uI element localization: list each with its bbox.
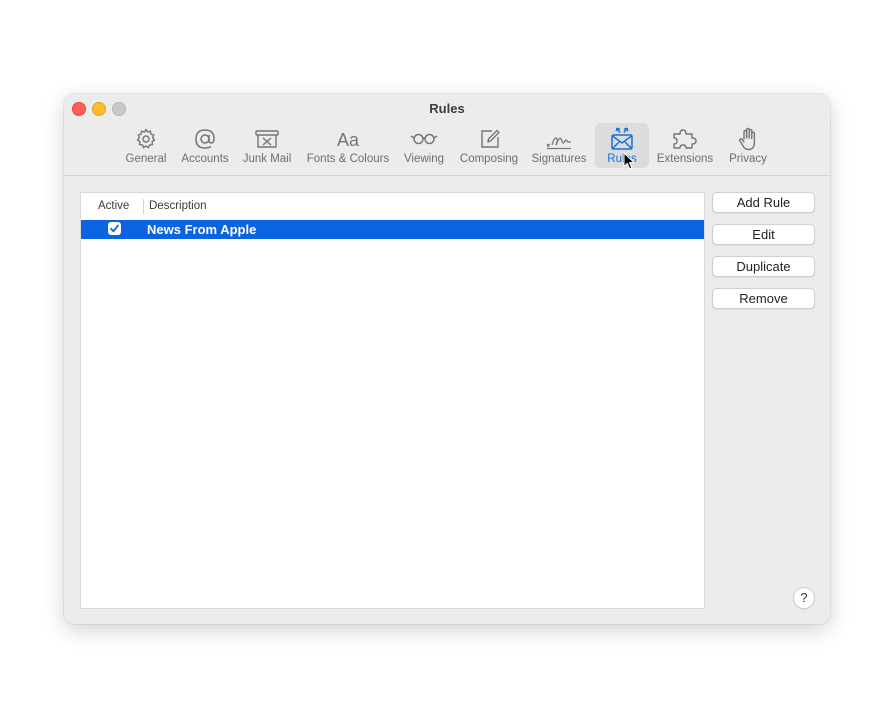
- junk-mail-icon: [252, 126, 282, 152]
- window-title: Rules: [429, 101, 465, 116]
- hand-icon: [733, 126, 763, 152]
- tab-extensions[interactable]: Extensions: [655, 123, 715, 168]
- tab-accounts[interactable]: Accounts: [176, 123, 234, 168]
- tab-fonts-colours[interactable]: Aa Fonts & Colours: [303, 123, 393, 168]
- preferences-window: Rules General Accounts Junk Mail Aa Font…: [64, 94, 830, 624]
- signature-icon: [544, 126, 574, 152]
- duplicate-button[interactable]: Duplicate: [712, 256, 815, 277]
- tab-viewing[interactable]: Viewing: [400, 123, 448, 168]
- remove-button[interactable]: Remove: [712, 288, 815, 309]
- tab-label: General: [125, 153, 167, 165]
- table-row[interactable]: News From Apple: [81, 220, 704, 239]
- table-header: Active Description: [81, 193, 704, 220]
- glasses-icon: [409, 126, 439, 152]
- tab-signatures[interactable]: Signatures: [527, 123, 591, 168]
- tab-label: Accounts: [181, 153, 229, 165]
- rule-active-checkbox[interactable]: [108, 222, 121, 235]
- tab-label: Viewing: [403, 153, 445, 165]
- column-header-description[interactable]: Description: [149, 200, 207, 212]
- mouse-cursor-icon: [623, 152, 635, 170]
- column-divider[interactable]: [143, 199, 144, 214]
- puzzle-icon: [670, 126, 700, 152]
- tab-junk-mail[interactable]: Junk Mail: [239, 123, 295, 168]
- tab-label: Signatures: [531, 153, 587, 165]
- checkmark-icon: [110, 224, 119, 233]
- toolbar: Rules General Accounts Junk Mail Aa Font…: [64, 94, 830, 176]
- column-header-active[interactable]: Active: [98, 200, 129, 212]
- fonts-icon: Aa: [333, 126, 363, 152]
- tab-label: Privacy: [729, 153, 767, 165]
- at-sign-icon: [190, 126, 220, 152]
- rules-pane: Active Description News From Apple Add R…: [64, 176, 830, 624]
- tab-label: Junk Mail: [242, 153, 292, 165]
- add-rule-button[interactable]: Add Rule: [712, 192, 815, 213]
- rule-description: News From Apple: [147, 222, 257, 237]
- tab-label: Fonts & Colours: [306, 153, 390, 165]
- tab-label: Composing: [459, 153, 519, 165]
- tab-privacy[interactable]: Privacy: [724, 123, 772, 168]
- compose-icon: [474, 126, 504, 152]
- tab-general[interactable]: General: [122, 123, 170, 168]
- rules-envelope-icon: [607, 126, 637, 152]
- help-button[interactable]: ?: [793, 587, 815, 609]
- tab-rules[interactable]: Rules: [595, 123, 649, 168]
- svg-text:Aa: Aa: [337, 130, 360, 150]
- edit-button[interactable]: Edit: [712, 224, 815, 245]
- tab-composing[interactable]: Composing: [457, 123, 521, 168]
- gear-icon: [131, 126, 161, 152]
- rules-table: Active Description News From Apple: [80, 192, 705, 609]
- tab-label: Extensions: [656, 153, 714, 165]
